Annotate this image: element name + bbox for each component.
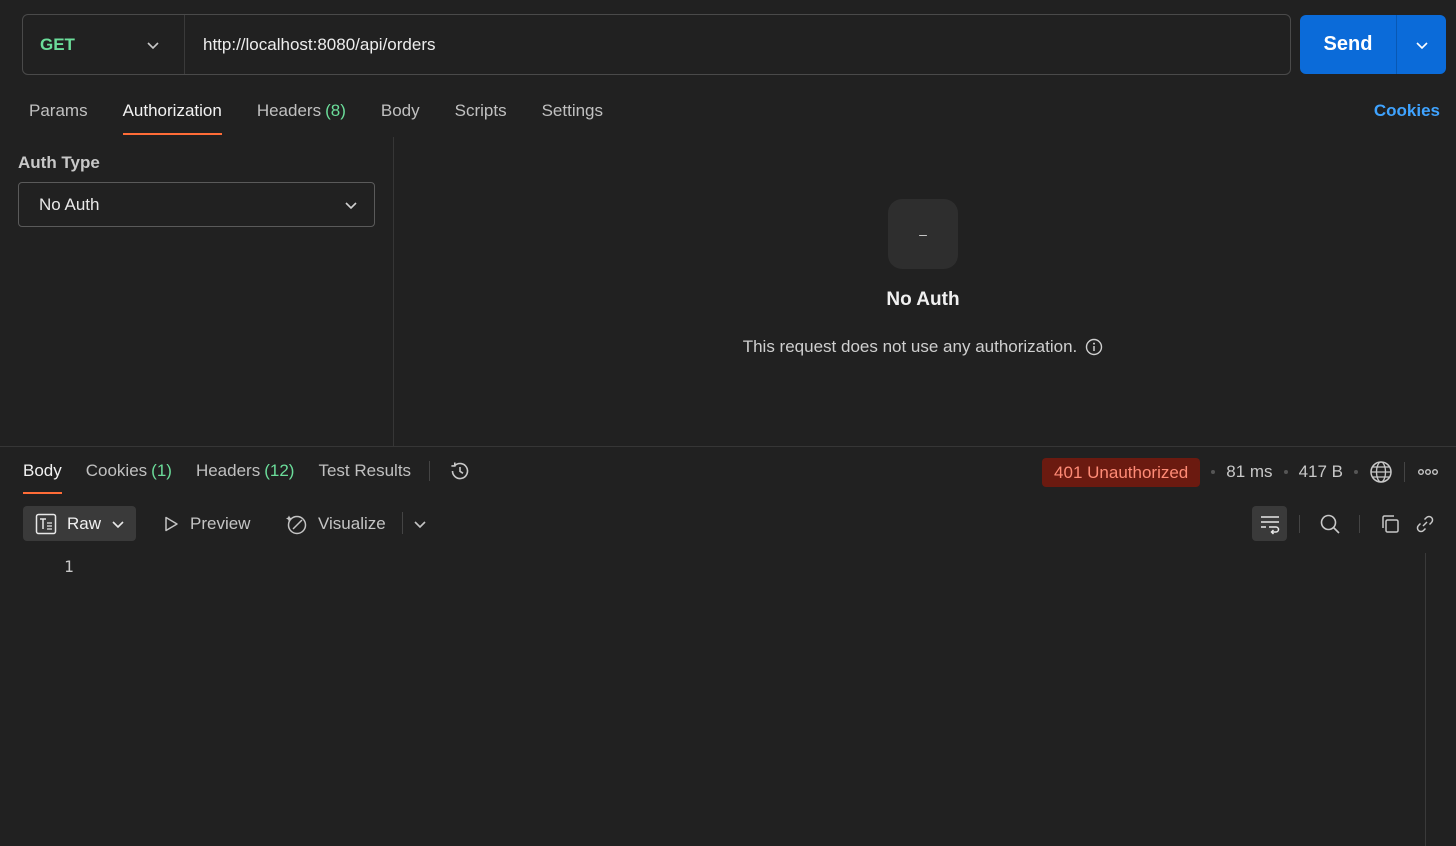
play-icon (165, 516, 178, 531)
response-tabs: Body Cookies (1) Headers (12) Test Results (23, 458, 472, 494)
status-badge[interactable]: 401 Unauthorized (1042, 457, 1201, 487)
chevron-down-icon (414, 520, 426, 528)
auth-type-label: Auth Type (18, 153, 100, 172)
no-auth-description-text: This request does not use any authorizat… (742, 337, 1078, 356)
url-input[interactable] (185, 15, 1290, 74)
no-auth-description: This request does not use any authorizat… (394, 337, 1452, 357)
divider (1299, 514, 1300, 533)
response-time[interactable]: 81 ms (1226, 462, 1272, 482)
response-tab-body[interactable]: Body (23, 458, 62, 494)
panel-divider (0, 446, 1456, 447)
response-tab-test-results[interactable]: Test Results (318, 458, 411, 494)
chevron-down-icon (147, 41, 159, 49)
headers-count: (8) (325, 101, 346, 120)
response-actions (1252, 506, 1442, 541)
method-select[interactable]: GET (23, 15, 185, 74)
response-size[interactable]: 417 B (1299, 462, 1343, 482)
link-icon (1416, 515, 1433, 532)
separator-dot (1211, 470, 1216, 474)
cookies-link[interactable]: Cookies (1374, 97, 1440, 125)
divider (429, 461, 431, 481)
send-button-group: Send (1300, 15, 1446, 74)
tab-params[interactable]: Params (29, 97, 88, 135)
response-tab-headers[interactable]: Headers (12) (196, 458, 295, 494)
response-headers-count: (12) (264, 461, 295, 480)
chevron-down-icon (112, 520, 124, 528)
preview-label: Preview (190, 513, 251, 533)
copy-icon (1381, 514, 1399, 533)
text-format-icon (35, 513, 57, 534)
more-options-icon[interactable] (1416, 460, 1440, 484)
wrap-text-icon (1260, 515, 1279, 535)
visualize-label: Visualize (318, 513, 386, 533)
editor-scrollbar[interactable] (1425, 553, 1426, 846)
visualize-options-button[interactable] (413, 506, 427, 541)
search-icon (1320, 514, 1340, 534)
response-tab-cookies[interactable]: Cookies (1) (86, 458, 172, 494)
raw-label: Raw (67, 513, 102, 533)
line-number: 1 (64, 557, 74, 576)
wrap-lines-button[interactable] (1252, 506, 1287, 541)
request-tabs: Params Authorization Headers (8) Body Scr… (29, 97, 638, 137)
response-meta: 401 Unauthorized 81 ms 417 B (1042, 457, 1440, 487)
divider (1404, 462, 1405, 482)
cookies-count: (1) (151, 461, 172, 480)
auth-details-panel: – No Auth This request does not use any … (394, 137, 1456, 447)
send-options-button[interactable] (1397, 15, 1446, 74)
divider (402, 512, 403, 534)
tab-scripts[interactable]: Scripts (455, 97, 507, 135)
auth-type-panel: Auth Type No Auth (0, 137, 394, 447)
preview-button[interactable]: Preview (162, 506, 250, 541)
link-button[interactable] (1407, 506, 1442, 541)
visualize-button[interactable]: Visualize (286, 506, 386, 541)
request-url-bar: GET (22, 14, 1291, 75)
chevron-down-icon (345, 201, 357, 209)
auth-type-select[interactable]: No Auth (18, 182, 375, 227)
tab-authorization[interactable]: Authorization (122, 97, 223, 135)
chevron-down-icon (1415, 41, 1428, 49)
separator-dot (1354, 470, 1358, 474)
divider (1359, 514, 1360, 533)
info-icon[interactable] (1085, 338, 1103, 356)
no-auth-title: No Auth (886, 289, 960, 310)
separator-dot (1283, 470, 1288, 474)
auth-type-value: No Auth (39, 194, 100, 214)
raw-format-select[interactable]: Raw (23, 506, 136, 541)
tab-body[interactable]: Body (381, 97, 420, 135)
send-button[interactable]: Send (1300, 15, 1397, 74)
search-button[interactable] (1312, 506, 1347, 541)
response-body-editor[interactable]: 1 (0, 553, 1456, 846)
no-auth-icon: – (888, 199, 958, 269)
globe-icon[interactable] (1369, 460, 1393, 484)
copy-button[interactable] (1372, 506, 1407, 541)
tab-headers[interactable]: Headers (8) (257, 97, 346, 135)
tab-settings[interactable]: Settings (542, 97, 603, 135)
history-icon[interactable] (448, 459, 472, 483)
method-label: GET (40, 34, 75, 54)
visualize-icon (286, 515, 307, 534)
